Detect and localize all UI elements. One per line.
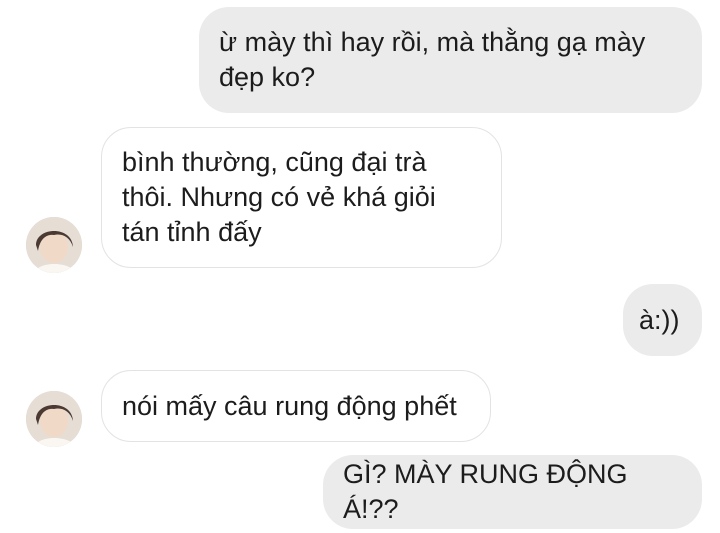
- message-text: GÌ? MÀY RUNG ĐỘNG Á!??: [343, 459, 628, 524]
- outgoing-message-bubble[interactable]: à:)): [623, 284, 702, 356]
- message-text: nói mấy câu rung động phết: [122, 390, 457, 421]
- outgoing-message-bubble[interactable]: GÌ? MÀY RUNG ĐỘNG Á!??: [323, 455, 702, 529]
- avatar-photo-icon: [26, 217, 82, 273]
- incoming-message-bubble[interactable]: nói mấy câu rung động phết: [101, 370, 491, 442]
- message-text: à:)): [639, 304, 680, 335]
- contact-avatar[interactable]: [26, 217, 82, 273]
- message-text: bình thường, cũng đại trà thôi. Nhưng có…: [122, 147, 436, 247]
- message-text: ừ mày thì hay rồi, mà thằng gạ mày đẹp k…: [219, 27, 646, 92]
- contact-avatar[interactable]: [26, 391, 82, 447]
- outgoing-message-bubble[interactable]: ừ mày thì hay rồi, mà thằng gạ mày đẹp k…: [199, 7, 702, 113]
- incoming-message-bubble[interactable]: bình thường, cũng đại trà thôi. Nhưng có…: [101, 127, 502, 268]
- avatar-photo-icon: [26, 391, 82, 447]
